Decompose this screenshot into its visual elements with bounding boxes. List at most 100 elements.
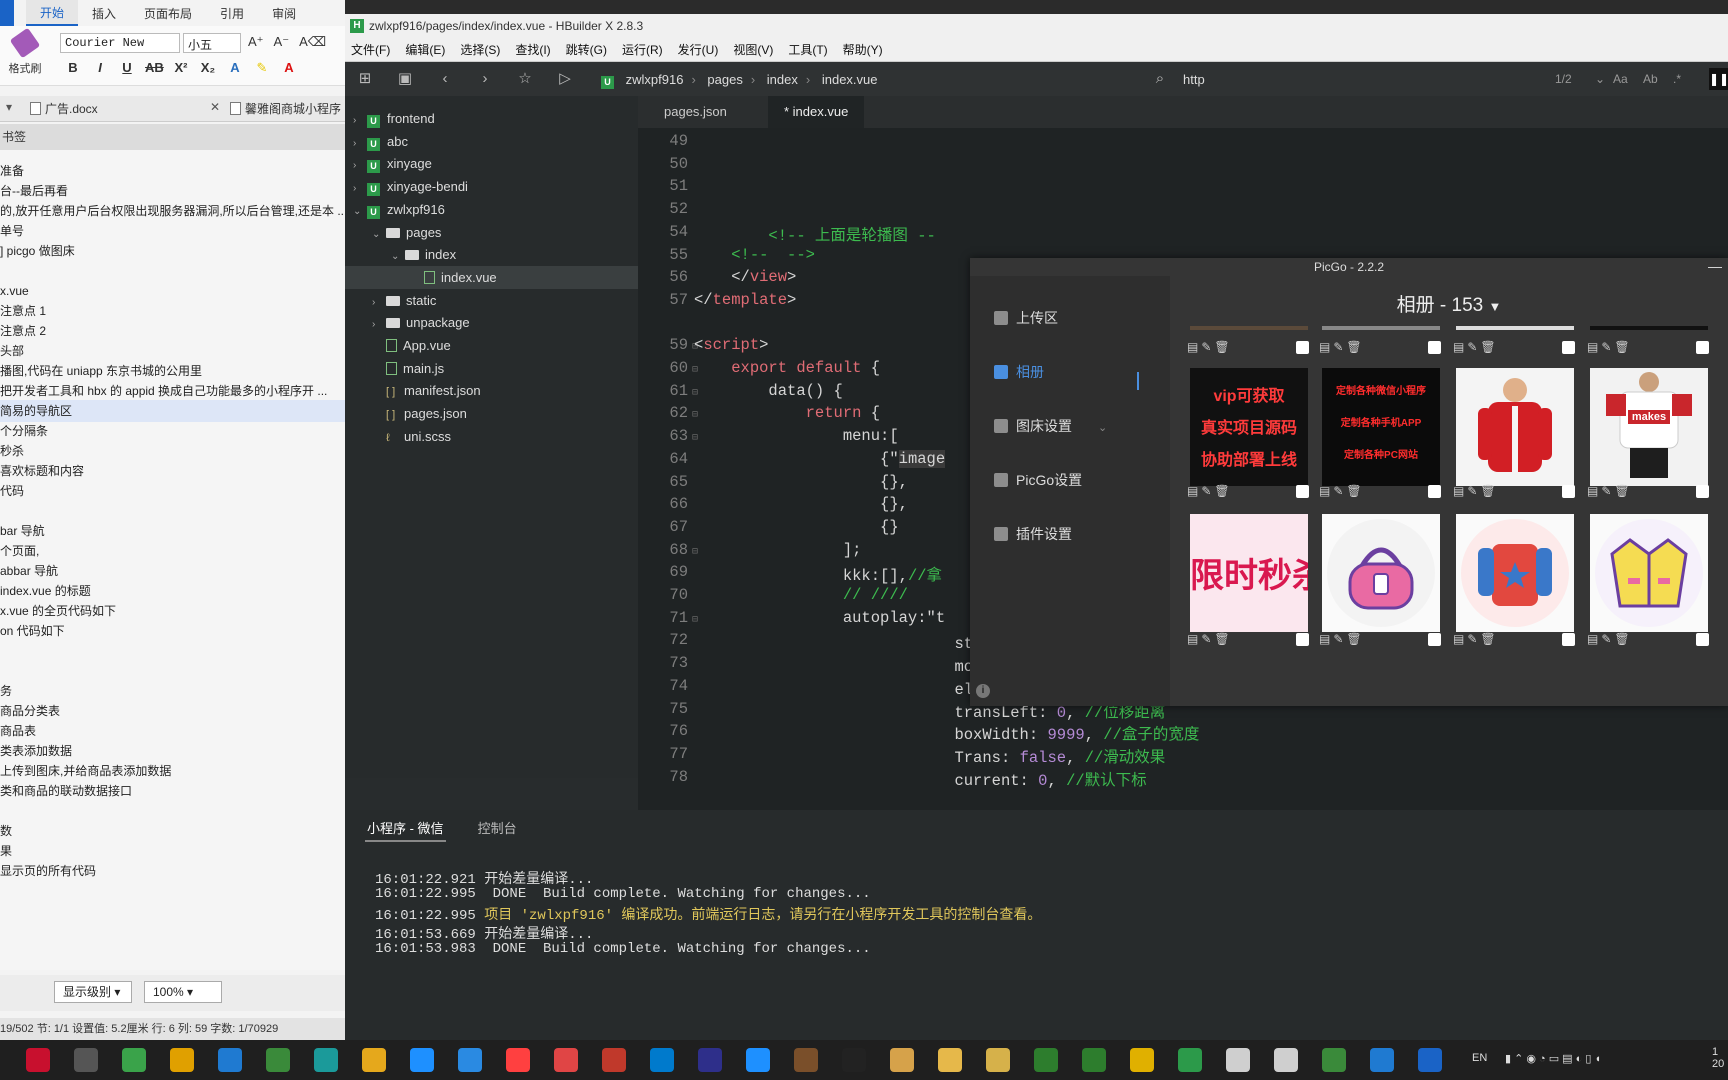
copy-icon[interactable]: ▤	[1319, 632, 1330, 646]
outline-item[interactable]: 代码	[0, 480, 345, 502]
doc-tab-mall[interactable]: 馨雅阁商城小程序	[230, 100, 341, 118]
ribbon-tab[interactable]: 审阅	[258, 5, 310, 22]
outline-item[interactable]: 准备	[0, 160, 345, 182]
nav-plugin-settings[interactable]: 插件设置	[994, 522, 1072, 546]
chevron-right-icon[interactable]: ›	[372, 313, 386, 336]
edit-icon[interactable]: ✎	[1201, 484, 1211, 498]
bold-icon[interactable]: B	[64, 60, 82, 76]
tree-item-index-vue[interactable]: index.vue	[345, 265, 638, 289]
superscript-icon[interactable]: X²	[172, 60, 190, 76]
tree-item-app-vue[interactable]: App.vue	[372, 334, 451, 357]
taskbar-app-icon[interactable]	[26, 1048, 50, 1072]
image-thumb[interactable]	[1322, 514, 1440, 632]
taskbar-app-icon[interactable]	[1322, 1048, 1346, 1072]
format-brush-button[interactable]: 格式刷	[4, 27, 46, 82]
delete-icon[interactable]: 🗑	[1480, 484, 1495, 498]
edit-icon[interactable]: ✎	[1467, 484, 1477, 498]
copy-icon[interactable]: ▤	[1587, 632, 1598, 646]
outline-item[interactable]: 注意点 2	[0, 320, 345, 342]
grow-font-icon[interactable]: A⁺	[248, 34, 264, 50]
delete-icon[interactable]: 🗑	[1346, 632, 1361, 646]
minimize-icon[interactable]: —	[1708, 258, 1722, 274]
chevron-right-icon[interactable]: ›	[372, 291, 386, 314]
edit-icon[interactable]: ✎	[1333, 632, 1343, 646]
outline-item[interactable]: abbar 导航	[0, 560, 345, 582]
outline-item[interactable]	[0, 640, 345, 662]
outline-item[interactable]: 简易的导航区	[0, 400, 345, 422]
menu-item[interactable]: 文件(F)	[351, 41, 390, 58]
copy-icon[interactable]: ▤	[1453, 484, 1464, 498]
edit-icon[interactable]: ✎	[1467, 632, 1477, 646]
select-checkbox[interactable]	[1696, 341, 1709, 354]
back-icon[interactable]: ‹	[437, 71, 453, 87]
delete-icon[interactable]: 🗑	[1346, 340, 1361, 354]
strike-icon[interactable]: AB	[145, 60, 164, 76]
run-icon[interactable]: ▷	[557, 71, 573, 87]
tree-item-pages[interactable]: ⌄ pages	[372, 221, 441, 244]
delete-icon[interactable]: 🗑	[1480, 632, 1495, 646]
tree-item-manifest-json[interactable]: [ ] manifest.json	[372, 379, 481, 402]
taskbar-app-icon[interactable]	[554, 1048, 578, 1072]
tray-icons[interactable]: ▮ ⌃ ◉ ◔ ▭ ▤ ◐ ▯ ◖	[1505, 1052, 1601, 1065]
select-checkbox[interactable]	[1562, 341, 1575, 354]
image-thumb[interactable]	[1456, 514, 1574, 632]
ribbon-tab[interactable]: 引用	[206, 5, 258, 22]
taskbar-app-icon[interactable]	[314, 1048, 338, 1072]
menu-item[interactable]: 发行(U)	[678, 41, 719, 58]
select-checkbox[interactable]	[1296, 341, 1309, 354]
delete-icon[interactable]: 🗑	[1214, 632, 1229, 646]
copy-icon[interactable]: ▤	[1187, 632, 1198, 646]
outline-item[interactable]: index.vue 的标题	[0, 580, 345, 602]
delete-icon[interactable]: 🗑	[1214, 484, 1229, 498]
outline-item[interactable]: 果	[0, 840, 345, 862]
ime-indicator[interactable]: EN	[1472, 1052, 1487, 1064]
menu-item[interactable]: 视图(V)	[733, 41, 773, 58]
copy-icon[interactable]: ▤	[1187, 340, 1198, 354]
ribbon-tab[interactable]: 开始	[26, 0, 79, 26]
tree-item-abc[interactable]: › Uabc	[353, 130, 408, 153]
font-size-select[interactable]: 小五	[183, 33, 241, 53]
select-checkbox[interactable]	[1562, 485, 1575, 498]
image-thumb[interactable]	[1456, 368, 1574, 486]
taskbar-app-icon[interactable]	[170, 1048, 194, 1072]
select-checkbox[interactable]	[1696, 485, 1709, 498]
taskbar-app-icon[interactable]	[266, 1048, 290, 1072]
copy-icon[interactable]: ▤	[1453, 340, 1464, 354]
copy-icon[interactable]: ▤	[1453, 632, 1464, 646]
select-checkbox[interactable]	[1696, 633, 1709, 646]
outline-item[interactable]: 个分隔条	[0, 420, 345, 442]
outline-item[interactable]: on 代码如下	[0, 620, 345, 642]
taskbar-app-icon[interactable]	[410, 1048, 434, 1072]
menu-item[interactable]: 选择(S)	[460, 41, 500, 58]
delete-icon[interactable]: 🗑	[1346, 484, 1361, 498]
subscript-icon[interactable]: X₂	[199, 60, 217, 76]
outline-item[interactable]: 秒杀	[0, 440, 345, 462]
select-checkbox[interactable]	[1428, 341, 1441, 354]
shrink-font-icon[interactable]: A⁻	[274, 34, 290, 50]
tree-item-pages-json[interactable]: [ ] pages.json	[372, 402, 467, 425]
image-thumb-partial[interactable]	[1190, 326, 1308, 330]
select-checkbox[interactable]	[1428, 485, 1441, 498]
outline-item[interactable]: 台--最后再看	[0, 180, 345, 202]
tree-item-xinyage[interactable]: › Uxinyage	[353, 152, 432, 175]
tree-item-main-js[interactable]: main.js	[372, 357, 444, 380]
image-thumb-partial[interactable]	[1590, 326, 1708, 330]
copy-icon[interactable]: ▤	[1187, 484, 1198, 498]
level-select[interactable]: 显示级别 ▾	[54, 981, 132, 1003]
outline-item[interactable]: bar 导航	[0, 520, 345, 542]
outline-item[interactable]	[0, 500, 345, 522]
highlight-icon[interactable]: ✎	[253, 60, 271, 76]
outline-item[interactable]: 类和商品的联动数据接口	[0, 780, 345, 802]
taskbar-app-icon[interactable]	[74, 1048, 98, 1072]
chevron-down-icon[interactable]: ⌄	[372, 223, 386, 246]
taskbar-app-icon[interactable]	[986, 1048, 1010, 1072]
menu-item[interactable]: 帮助(Y)	[843, 41, 883, 58]
text-effect-icon[interactable]: A	[226, 60, 244, 76]
chevron-right-icon[interactable]: ›	[353, 132, 367, 155]
outline-item[interactable]: 类表添加数据	[0, 740, 345, 762]
image-thumb[interactable]: 定制各种微信小程序 定制各种手机APP 定制各种PC网站	[1322, 368, 1440, 486]
outline-item[interactable]: 上传到图床,并给商品表添加数据	[0, 760, 345, 782]
taskbar-app-icon[interactable]	[842, 1048, 866, 1072]
outline-item[interactable]: 注意点 1	[0, 300, 345, 322]
edit-icon[interactable]: ✎	[1201, 340, 1211, 354]
